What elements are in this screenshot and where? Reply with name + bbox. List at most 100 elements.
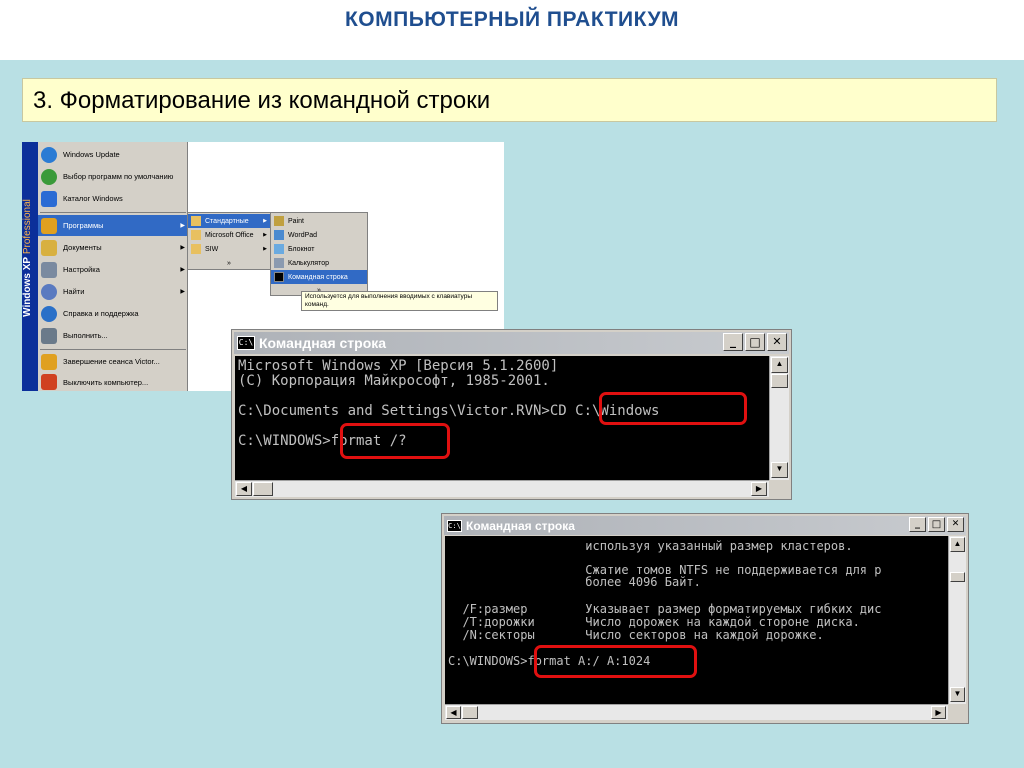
scroll-thumb[interactable] xyxy=(462,706,478,719)
settings-icon xyxy=(41,261,57,278)
window-controls: _ □ ✕ xyxy=(909,517,964,532)
horizontal-scrollbar[interactable]: ◀ ▶ xyxy=(235,480,769,497)
console-line: /F:размер Указывает размер форматируемых… xyxy=(448,602,882,616)
maximize-button[interactable]: □ xyxy=(745,333,765,351)
menu-item-shutdown[interactable]: Выключить компьютер... xyxy=(38,373,188,391)
catalog-icon xyxy=(41,190,57,207)
submenu-arrow-icon: ▶ xyxy=(263,246,267,252)
submenu-item-paint[interactable]: Paint xyxy=(271,214,367,228)
submenu-item-accessories[interactable]: Стандартные ▶ xyxy=(188,214,270,228)
submenu-item-siw[interactable]: SIW ▶ xyxy=(188,242,270,256)
minimize-button[interactable]: _ xyxy=(723,333,743,351)
menu-item-windows-catalog[interactable]: Каталог Windows xyxy=(38,188,188,209)
scroll-left-button[interactable]: ◀ xyxy=(446,706,461,719)
menu-item-default-programs[interactable]: Выбор программ по умолчанию xyxy=(38,166,188,187)
paint-icon xyxy=(274,216,284,226)
menu-separator xyxy=(40,349,186,350)
window-controls: _ □ ✕ xyxy=(723,333,787,351)
console-line: /T:дорожки Число дорожек на каждой сторо… xyxy=(448,615,860,629)
documents-icon xyxy=(41,239,57,256)
accessories-submenu: Paint WordPad Блокнот Калькулятор Команд… xyxy=(270,212,368,296)
calculator-icon xyxy=(274,258,284,268)
console-line: более 4096 Байт. xyxy=(448,575,701,589)
help-icon xyxy=(41,305,57,322)
submenu-item-command-prompt[interactable]: Командная строка xyxy=(271,270,367,284)
command-prompt-tooltip: Используется для выполнения вводимых с к… xyxy=(301,291,498,311)
slide-subtitle: 3. Форматирование из командной строки xyxy=(33,87,491,114)
highlight-cd-command xyxy=(599,392,747,425)
menu-item-run[interactable]: Выполнить... xyxy=(38,325,188,346)
minimize-button[interactable]: _ xyxy=(909,517,926,532)
menu-item-log-off[interactable]: Завершение сеанса Victor... xyxy=(38,351,188,372)
menu-item-help[interactable]: Справка и поддержка xyxy=(38,303,188,324)
submenu-item-wordpad[interactable]: WordPad xyxy=(271,228,367,242)
maximize-button[interactable]: □ xyxy=(928,517,945,532)
submenu-arrow-icon: ▶ xyxy=(180,245,185,251)
menu-item-programs[interactable]: Программы ▶ xyxy=(38,215,188,236)
window-titlebar[interactable]: C:\ Командная строка _ □ ✕ xyxy=(234,332,789,354)
submenu-item-calculator[interactable]: Калькулятор xyxy=(271,256,367,270)
console-output[interactable]: используя указанный размер кластеров. Сж… xyxy=(445,536,948,704)
scroll-thumb[interactable] xyxy=(950,572,965,582)
notepad-icon xyxy=(274,244,284,254)
horizontal-scrollbar[interactable]: ◀ ▶ xyxy=(445,704,948,720)
close-button[interactable]: ✕ xyxy=(947,517,964,532)
menu-item-windows-update[interactable]: Windows Update xyxy=(38,144,188,165)
folder-icon xyxy=(191,216,201,226)
power-icon xyxy=(41,374,57,390)
window-title: Командная строка xyxy=(259,335,387,351)
console-line: (С) Корпорация Майкрософт, 1985-2001. xyxy=(238,373,550,389)
scroll-right-button[interactable]: ▶ xyxy=(931,706,946,719)
slide-title: КОМПЬЮТЕРНЫЙ ПРАКТИКУМ xyxy=(344,8,680,31)
folder-icon xyxy=(191,230,201,240)
folder-icon xyxy=(191,244,201,254)
scroll-left-button[interactable]: ◀ xyxy=(236,482,252,496)
submenu-arrow-icon: ▶ xyxy=(180,267,185,273)
expand-chevron-icon: » xyxy=(227,259,231,267)
menu-item-documents[interactable]: Документы ▶ xyxy=(38,237,188,258)
vertical-scrollbar[interactable]: ▲ ▼ xyxy=(948,536,966,704)
scroll-up-button[interactable]: ▲ xyxy=(950,537,965,552)
programs-submenu: Стандартные ▶ Microsoft Office ▶ SIW ▶ » xyxy=(187,212,271,270)
run-icon xyxy=(41,327,57,344)
submenu-arrow-icon: ▶ xyxy=(263,218,267,224)
menu-item-search[interactable]: Найти ▶ xyxy=(38,281,188,302)
menu-separator xyxy=(40,212,186,213)
console-line: /N:секторы Число секторов на каждой доро… xyxy=(448,628,824,642)
scroll-thumb[interactable] xyxy=(253,482,273,496)
console-app-icon: C:\ xyxy=(237,336,255,350)
start-menu-side-strip: Windows XP Professional xyxy=(22,142,38,391)
scroll-down-button[interactable]: ▼ xyxy=(950,687,965,702)
window-title: Командная строка xyxy=(466,518,575,533)
wordpad-icon xyxy=(274,230,284,240)
submenu-expand[interactable]: » xyxy=(188,256,270,270)
vertical-scrollbar[interactable]: ▲ ▼ xyxy=(769,356,789,480)
scroll-down-button[interactable]: ▼ xyxy=(771,462,788,478)
subtitle-box: 3. Форматирование из командной строки xyxy=(22,78,997,122)
cmd-icon xyxy=(274,272,284,282)
submenu-arrow-icon: ▶ xyxy=(180,223,185,229)
scroll-thumb[interactable] xyxy=(771,374,788,388)
start-menu-panel: Windows Update Выбор программ по умолчан… xyxy=(38,142,188,391)
defaults-icon xyxy=(41,168,57,185)
windows-edition-label: Windows XP Professional xyxy=(22,199,33,317)
submenu-item-microsoft-office[interactable]: Microsoft Office ▶ xyxy=(188,228,270,242)
search-icon xyxy=(41,283,57,300)
logoff-icon xyxy=(41,353,57,370)
menu-item-settings[interactable]: Настройка ▶ xyxy=(38,259,188,280)
console-app-icon: C:\ xyxy=(447,519,462,532)
submenu-item-notepad[interactable]: Блокнот xyxy=(271,242,367,256)
submenu-arrow-icon: ▶ xyxy=(263,232,267,238)
window-titlebar[interactable]: C:\ Командная строка _ □ ✕ xyxy=(444,516,966,535)
scroll-up-button[interactable]: ▲ xyxy=(771,357,788,373)
highlight-format-command xyxy=(534,645,697,678)
submenu-arrow-icon: ▶ xyxy=(180,289,185,295)
programs-icon xyxy=(41,217,57,234)
close-button[interactable]: ✕ xyxy=(767,333,787,351)
scroll-right-button[interactable]: ▶ xyxy=(751,482,767,496)
console-line: Microsoft Windows XP [Версия 5.1.2600] xyxy=(238,358,559,374)
highlight-format-help xyxy=(340,423,450,459)
command-prompt-window-2: C:\ Командная строка _ □ ✕ используя ука… xyxy=(441,513,969,724)
globe-icon xyxy=(41,146,57,163)
console-line: C:\Documents and Settings\Victor.RVN>CD … xyxy=(238,403,660,419)
